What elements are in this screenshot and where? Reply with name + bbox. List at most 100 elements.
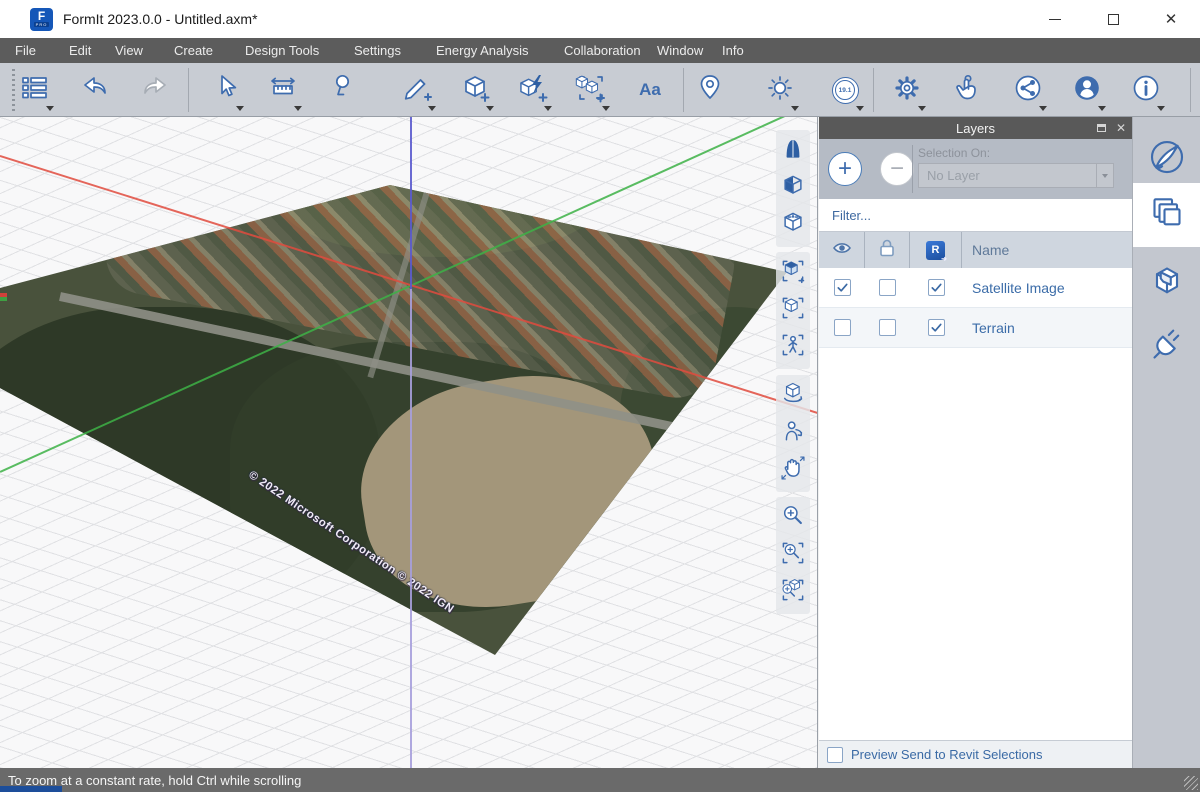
look-around-button[interactable] — [777, 415, 809, 452]
undo-button[interactable] — [73, 67, 117, 113]
menu-design-tools[interactable]: Design Tools — [245, 38, 319, 63]
zoom-model-plus-button[interactable] — [777, 255, 809, 292]
right-sidebar — [1132, 117, 1200, 768]
dropdown-caret-icon[interactable] — [1157, 106, 1165, 111]
dropdown-caret-icon[interactable] — [602, 106, 610, 111]
menu-info[interactable]: Info — [722, 38, 744, 63]
resize-grip[interactable] — [1184, 776, 1198, 790]
redo-button[interactable] — [133, 67, 177, 113]
orbit-dome-button[interactable] — [777, 133, 809, 170]
dropdown-caret-icon[interactable] — [294, 106, 302, 111]
layer-row-satellite-image[interactable]: Satellite Image — [819, 268, 1132, 308]
minimize-button[interactable] — [1026, 0, 1084, 38]
location-button[interactable] — [688, 67, 732, 113]
preview-send-checkbox[interactable] — [827, 747, 843, 763]
orbit-dome-icon — [779, 135, 807, 168]
pan-hand-button[interactable] — [777, 452, 809, 489]
zoom-fit-button[interactable] — [777, 574, 809, 611]
dropdown-caret-icon[interactable] — [1039, 106, 1047, 111]
menu-create[interactable]: Create — [174, 38, 213, 63]
preview-send-label: Preview Send to Revit Selections — [851, 747, 1042, 762]
list-icon — [19, 72, 51, 109]
viewport-3d[interactable]: © 2022 Microsoft Corporation © 2022 IGN — [0, 117, 818, 768]
zoom-in-button[interactable] — [777, 500, 809, 537]
dropdown-caret-icon[interactable] — [544, 106, 552, 111]
toolbar-separator — [1190, 68, 1191, 112]
layer-name[interactable]: Terrain — [962, 308, 1132, 347]
menu-collaboration[interactable]: Collaboration — [564, 38, 641, 63]
zoom-window-button[interactable] — [777, 537, 809, 574]
wire-cube-button[interactable] — [777, 207, 809, 244]
visibility-checkbox[interactable] — [834, 319, 851, 336]
dropdown-caret-icon[interactable] — [46, 106, 54, 111]
dropdown-caret-icon[interactable] — [856, 106, 864, 111]
share-button[interactable] — [1006, 67, 1050, 113]
pin-button[interactable] — [319, 67, 363, 113]
panel-close-icon[interactable]: ✕ — [1116, 122, 1126, 134]
sun-button[interactable] — [758, 67, 802, 113]
lock-checkbox[interactable] — [879, 319, 896, 336]
selection-layer-dropdown[interactable]: No Layer — [918, 163, 1114, 188]
energy-badge-button[interactable]: 19.1 — [823, 67, 867, 113]
wire-cube-icon — [779, 209, 807, 242]
remove-layer-button[interactable]: − — [880, 152, 914, 186]
menu-settings[interactable]: Settings — [354, 38, 401, 63]
orbit-cube-button[interactable] — [777, 378, 809, 415]
add-layer-button[interactable]: + — [828, 152, 862, 186]
menu-window[interactable]: Window — [657, 38, 703, 63]
dropdown-caret-icon[interactable] — [1098, 106, 1106, 111]
settings-button[interactable] — [885, 67, 929, 113]
touch-button[interactable] — [943, 67, 987, 113]
info-button[interactable] — [1124, 67, 1168, 113]
close-button[interactable]: ✕ — [1142, 0, 1200, 38]
filter-input[interactable] — [819, 199, 1132, 231]
name-column-header[interactable]: Name — [962, 232, 1132, 268]
revit-checkbox[interactable] — [928, 319, 945, 336]
select-icon — [209, 72, 241, 109]
menu-energy-analysis[interactable]: Energy Analysis — [436, 38, 529, 63]
window-title: FormIt 2023.0.0 - Untitled.axm* — [63, 11, 258, 27]
sidebar-tab-scenes[interactable] — [1133, 255, 1200, 311]
menu-file[interactable]: File — [15, 38, 36, 63]
dropdown-caret-icon[interactable] — [486, 106, 494, 111]
sidebar-tab-materials[interactable] — [1133, 131, 1200, 187]
primitive-button[interactable] — [453, 67, 497, 113]
satellite-image-plane[interactable]: © 2022 Microsoft Corporation © 2022 IGN — [0, 117, 817, 768]
layer-row-terrain[interactable]: Terrain — [819, 308, 1132, 348]
revit-column-header[interactable]: R — [910, 232, 962, 268]
sidebar-tab-plugins[interactable] — [1133, 319, 1200, 375]
sidebar-tab-layers[interactable] — [1133, 183, 1200, 247]
dropdown-caret-icon[interactable] — [791, 106, 799, 111]
text-button[interactable]: Aa — [628, 67, 672, 113]
list-button[interactable] — [13, 67, 57, 113]
menu-view[interactable]: View — [115, 38, 143, 63]
group-button[interactable] — [569, 67, 613, 113]
dropdown-arrow-icon[interactable] — [1096, 164, 1113, 187]
measure-button[interactable] — [261, 67, 305, 113]
info-icon — [1130, 72, 1162, 109]
layers-panel-header: Layers ✕ — [819, 117, 1132, 139]
dropdown-caret-icon[interactable] — [428, 106, 436, 111]
status-accent — [0, 786, 62, 792]
layers-toolbar: + − Selection On: No Layer — [819, 139, 1132, 199]
dock-icon[interactable] — [1097, 124, 1106, 132]
visibility-column-header[interactable] — [819, 232, 865, 268]
half-cube-button[interactable] — [777, 170, 809, 207]
lock-checkbox[interactable] — [879, 279, 896, 296]
revit-checkbox[interactable] — [928, 279, 945, 296]
dropdown-caret-icon[interactable] — [918, 106, 926, 111]
zoom-model-button[interactable] — [777, 292, 809, 329]
menu-edit[interactable]: Edit — [69, 38, 91, 63]
walk-button[interactable] — [777, 329, 809, 366]
layer-name[interactable]: Satellite Image — [962, 268, 1132, 307]
draw-button[interactable] — [395, 67, 439, 113]
dropdown-caret-icon[interactable] — [236, 106, 244, 111]
maximize-button[interactable] — [1084, 0, 1142, 38]
dynamo-button[interactable] — [511, 67, 555, 113]
account-button[interactable] — [1065, 67, 1109, 113]
visibility-icon — [831, 237, 853, 264]
select-button[interactable] — [203, 67, 247, 113]
menubar: File Edit View Create Design Tools Settings En… — [0, 38, 1200, 63]
lock-column-header[interactable] — [865, 232, 910, 268]
visibility-checkbox[interactable] — [834, 279, 851, 296]
